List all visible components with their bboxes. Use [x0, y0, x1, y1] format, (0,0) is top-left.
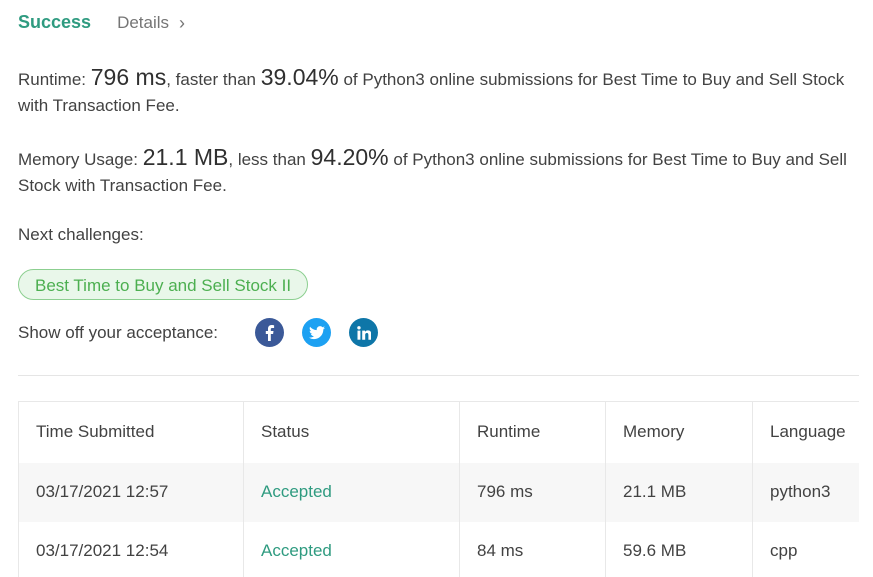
column-header-memory: Memory [605, 401, 753, 463]
column-header-language: Language [752, 401, 859, 463]
facebook-icon[interactable] [255, 318, 284, 347]
details-link[interactable]: Details › [117, 13, 185, 33]
linkedin-icon[interactable] [349, 318, 378, 347]
cell-status[interactable]: Accepted [243, 462, 460, 522]
section-divider [18, 375, 859, 376]
table-header-row: Time Submitted Status Runtime Memory Lan… [18, 401, 859, 463]
table-row[interactable]: 03/17/2021 12:54 Accepted 84 ms 59.6 MB … [18, 521, 859, 577]
chevron-right-icon: › [179, 12, 186, 33]
status-success: Success [18, 12, 92, 32]
twitter-icon[interactable] [302, 318, 331, 347]
memory-value: 21.1 MB [142, 144, 229, 170]
cell-time: 03/17/2021 12:57 [18, 462, 244, 522]
next-challenges-label: Next challenges: [18, 225, 144, 244]
submissions-table: Time Submitted Status Runtime Memory Lan… [18, 401, 859, 577]
cell-language: python3 [770, 482, 831, 501]
submission-result-page: Success Details › Runtime: 796 ms, faste… [0, 0, 873, 577]
cell-memory: 21.1 MB [605, 462, 753, 522]
column-header-runtime: Runtime [459, 401, 606, 463]
share-section: Show off your acceptance: [18, 318, 396, 347]
cell-time: 03/17/2021 12:54 [18, 521, 244, 577]
cell-runtime: 796 ms [459, 462, 606, 522]
cell-runtime: 84 ms [459, 521, 606, 577]
column-header-status: Status [243, 401, 460, 463]
runtime-stat: Runtime: 796 ms, faster than 39.04% of P… [18, 64, 868, 119]
share-label: Show off your acceptance: [18, 322, 219, 342]
cell-status[interactable]: Accepted [243, 521, 460, 577]
result-header: Success Details › [18, 12, 185, 33]
memory-percent: 94.20% [310, 144, 389, 170]
runtime-label: Runtime: [18, 70, 87, 89]
runtime-value: 796 ms [90, 64, 167, 90]
cell-memory: 59.6 MB [605, 521, 753, 577]
runtime-middle-text: , faster than [166, 70, 256, 89]
details-label: Details [117, 12, 170, 32]
column-header-time: Time Submitted [18, 401, 244, 463]
memory-stat: Memory Usage: 21.1 MB, less than 94.20% … [18, 144, 868, 199]
table-row[interactable]: 03/17/2021 12:57 Accepted 796 ms 21.1 MB… [18, 462, 859, 522]
challenge-tag[interactable]: Best Time to Buy and Sell Stock II [18, 269, 309, 300]
runtime-percent: 39.04% [260, 64, 339, 90]
memory-label: Memory Usage: [18, 150, 138, 169]
memory-middle-text: , less than [228, 150, 306, 169]
cell-language: cpp [770, 541, 798, 560]
